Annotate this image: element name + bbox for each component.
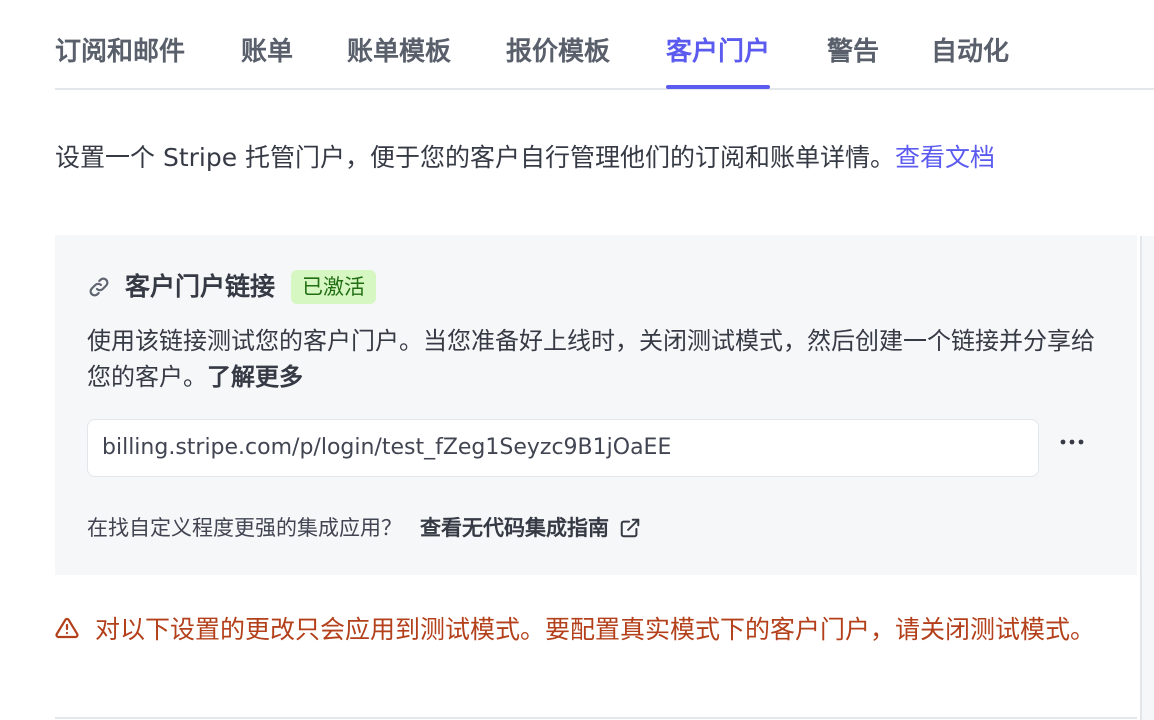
portal-url-field[interactable]: billing.stripe.com/p/login/test_fZeg1Sey… <box>87 419 1039 477</box>
card-body: 使用该链接测试您的客户门户。当您准备好上线时，关闭测试模式，然后创建一个链接并分… <box>87 323 1107 395</box>
card-header: 客户门户链接 已激活 <box>87 269 377 305</box>
integration-prompt: 在找自定义程度更强的集成应用？ 查看无代码集成指南 <box>87 511 641 545</box>
more-horizontal-icon <box>1060 439 1084 445</box>
customer-portal-settings-page: 订阅和邮件 账单 账单模板 报价模板 客户门户 警告 自动化 设置一个 Stri… <box>0 0 1154 720</box>
portal-link-card: 客户门户链接 已激活 使用该链接测试您的客户门户。当您准备好上线时，关闭测试模式… <box>55 235 1137 575</box>
guide-link-label: 查看无代码集成指南 <box>420 516 609 540</box>
warning-text: 对以下设置的更改只会应用到测试模式。要配置真实模式下的客户门户，请关闭测试模式。 <box>95 615 1096 644</box>
view-docs-link[interactable]: 查看文档 <box>895 143 995 172</box>
description-text: 设置一个 Stripe 托管门户，便于您的客户自行管理他们的订阅和账单详情。 <box>55 143 896 172</box>
status-badge: 已激活 <box>291 270 377 304</box>
tab-automations[interactable]: 自动化 <box>931 34 1009 70</box>
learn-more-link[interactable]: 了解更多 <box>207 363 303 391</box>
warning-triangle-icon <box>55 617 79 639</box>
no-code-guide-link[interactable]: 查看无代码集成指南 <box>420 511 641 545</box>
tab-quote-templates[interactable]: 报价模板 <box>506 34 610 70</box>
tab-subscriptions-emails[interactable]: 订阅和邮件 <box>55 34 185 70</box>
settings-tabs: 订阅和邮件 账单 账单模板 报价模板 客户门户 警告 自动化 <box>55 0 1154 90</box>
page-description: 设置一个 Stripe 托管门户，便于您的客户自行管理他们的订阅和账单详情。查看… <box>55 140 995 176</box>
tab-alerts[interactable]: 警告 <box>827 34 879 70</box>
external-link-icon <box>620 518 640 538</box>
tab-invoices[interactable]: 账单 <box>241 34 293 70</box>
divider <box>55 717 1137 719</box>
card-title: 客户门户链接 <box>125 272 276 301</box>
link-icon <box>89 277 109 297</box>
tab-invoice-templates[interactable]: 账单模板 <box>347 34 451 70</box>
integration-question: 在找自定义程度更强的集成应用？ <box>87 516 402 540</box>
tab-customer-portal[interactable]: 客户门户 <box>666 34 771 89</box>
more-options-button[interactable] <box>1055 427 1089 457</box>
scrollbar[interactable] <box>1140 236 1154 720</box>
